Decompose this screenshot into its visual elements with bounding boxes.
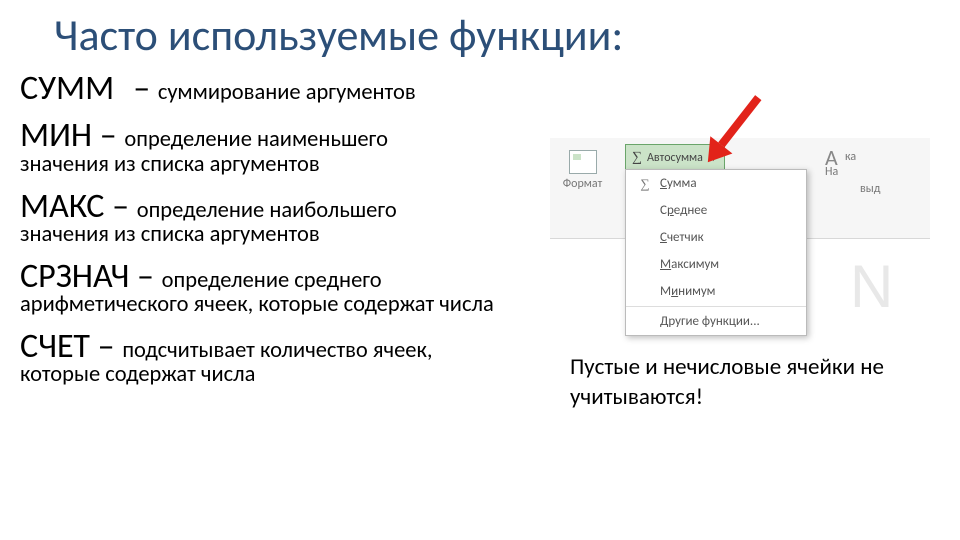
fn-desc-cont: значения из списка аргументов (20, 153, 550, 178)
menu-separator (626, 306, 806, 307)
def-max: МАКС – определение наибольшего значения … (20, 188, 550, 248)
fn-desc: определение среднего (162, 267, 382, 294)
format-button[interactable]: Формат (555, 150, 610, 191)
menu-item-min[interactable]: ∑Минимум (626, 278, 806, 305)
menu-item-avg[interactable]: ∑Среднее (626, 197, 806, 224)
fn-name: СУММ (20, 68, 114, 109)
rt-text2: На (825, 165, 838, 179)
rt-text3: выд (860, 182, 880, 196)
format-label: Формат (563, 177, 602, 191)
sigma-icon: ∑ (636, 176, 654, 192)
autosum-label: Автосумма (647, 151, 703, 165)
menu-label: Другие функции... (660, 314, 760, 329)
side-note: Пустые и нечисловые ячейки не учитываютс… (570, 353, 910, 413)
rt-text: ка (845, 150, 856, 164)
function-definitions: СУММ – суммирование аргументов МИН – опр… (20, 60, 550, 388)
bg-letter: N (850, 252, 893, 321)
menu-item-max[interactable]: ∑Максимум (626, 251, 806, 278)
fn-desc: определение наибольшего (137, 197, 397, 224)
fn-desc: определение наименьшего (124, 126, 388, 153)
menu-label: Среднее (660, 203, 707, 218)
autosum-dropdown-menu: ∑ Сумма ∑Среднее ∑Счетчик ∑Максимум ∑Мини… (625, 169, 807, 336)
fn-desc-cont: которые содержат числа (20, 363, 550, 388)
menu-label: Сумма (660, 176, 697, 191)
def-summ: СУММ – суммирование аргументов (20, 70, 550, 107)
menu-item-count[interactable]: ∑Счетчик (626, 224, 806, 251)
fn-desc-cont: арифметического ячеек, которые содержат … (20, 293, 550, 318)
slide-title: Часто используемые функции: (54, 8, 623, 62)
def-min: МИН – определение наименьшего значения и… (20, 117, 550, 177)
fn-desc: подсчитывает количество ячеек, (122, 337, 432, 364)
fn-desc: суммирование аргументов (158, 79, 416, 106)
format-icon (569, 150, 597, 174)
fn-dash (118, 68, 133, 109)
def-count: СЧЕТ – подсчитывает количество ячеек, ко… (20, 328, 550, 388)
fn-desc-cont: значения из списка аргументов (20, 223, 550, 248)
menu-item-sum[interactable]: ∑ Сумма (626, 170, 806, 197)
menu-item-other[interactable]: ∑Другие функции... (626, 308, 806, 335)
excel-screenshot: Формат ∑ Автосумма ▼ A ка На выд N ∑Сумм… (550, 102, 930, 332)
def-avg: СРЗНАЧ – определение среднего арифметиче… (20, 258, 550, 318)
menu-label: Счетчик (660, 230, 704, 245)
menu-label: Минимум (660, 284, 715, 299)
menu-label: Максимум (660, 257, 719, 272)
sigma-icon: ∑ (632, 150, 642, 166)
